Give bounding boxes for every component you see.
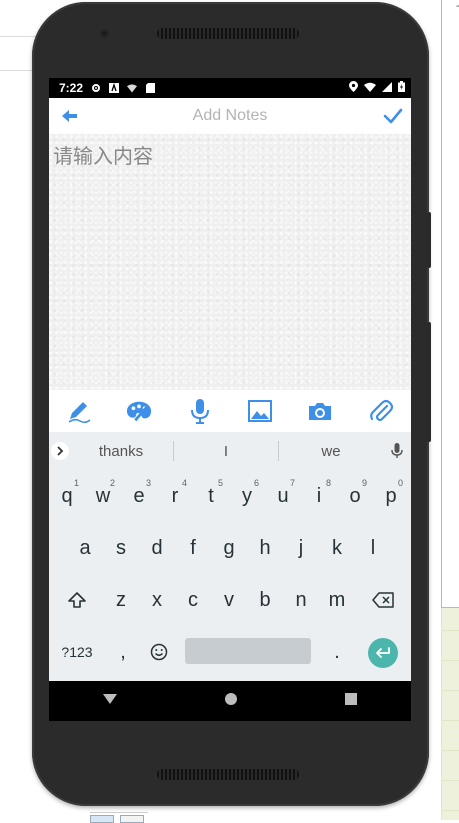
key[interactable]: f — [175, 522, 211, 574]
check-icon[interactable] — [383, 107, 403, 125]
camera-icon[interactable] — [307, 398, 333, 424]
shift-icon[interactable] — [59, 574, 95, 626]
sd-card-icon — [145, 83, 155, 93]
background-window: - — [441, 0, 459, 608]
editor-placeholder: 请输入内容 — [53, 146, 153, 168]
app-toolbar: Add Notes — [49, 98, 411, 134]
battery-icon — [398, 81, 405, 95]
volume-button — [427, 212, 431, 268]
key[interactable]: j — [283, 522, 319, 574]
page-title: Add Notes — [192, 107, 268, 124]
suggestion-word[interactable]: thanks — [69, 443, 173, 460]
palette-icon[interactable] — [126, 398, 152, 424]
key[interactable]: h — [247, 522, 283, 574]
key[interactable]: a — [67, 522, 103, 574]
mic-icon[interactable] — [187, 398, 213, 424]
space-bar[interactable] — [185, 638, 311, 664]
status-time: 7:22 — [59, 81, 84, 95]
key[interactable]: b — [247, 574, 283, 626]
keyboard-row-3: z x c v b n m — [49, 574, 411, 626]
keyboard-row-4: ?123 , . — [49, 626, 411, 678]
key[interactable]: m — [319, 574, 355, 626]
settings-gear-icon — [91, 83, 101, 93]
key[interactable]: i8 — [301, 470, 337, 522]
back-arrow-icon[interactable] — [61, 107, 79, 125]
key[interactable]: c — [175, 574, 211, 626]
bottom-speaker — [157, 769, 299, 780]
nav-recents-icon[interactable] — [345, 692, 357, 710]
key[interactable]: v — [211, 574, 247, 626]
key[interactable]: r4 — [157, 470, 193, 522]
key[interactable]: t5 — [193, 470, 229, 522]
suggestion-word[interactable]: I — [174, 443, 278, 460]
wifi-icon — [364, 81, 376, 95]
backspace-icon[interactable] — [365, 574, 401, 626]
key[interactable]: k — [319, 522, 355, 574]
front-camera — [100, 29, 109, 38]
editor-toolbar — [49, 390, 411, 432]
enter-key[interactable] — [368, 638, 398, 668]
suggestion-word[interactable]: we — [279, 443, 383, 460]
key[interactable]: u7 — [265, 470, 301, 522]
attachment-icon[interactable] — [368, 398, 394, 424]
period-key[interactable]: . — [319, 626, 355, 678]
chevron-right-icon[interactable] — [51, 442, 69, 460]
image-icon[interactable] — [247, 398, 273, 424]
key[interactable]: n — [283, 574, 319, 626]
keyboard-row-2: a s d f g h j k l — [49, 522, 411, 574]
key[interactable]: x — [139, 574, 175, 626]
nav-back-icon[interactable] — [103, 692, 117, 710]
keyboard-row-1: q1 w2 e3 r4 t5 y6 u7 i8 o9 p0 — [49, 470, 411, 522]
key[interactable]: s — [103, 522, 139, 574]
voice-input-mic-icon[interactable] — [383, 443, 411, 459]
emoji-icon[interactable] — [141, 626, 177, 678]
note-editor[interactable]: 请输入内容 — [49, 134, 411, 390]
navigation-bar — [49, 681, 411, 721]
key[interactable]: w2 — [85, 470, 121, 522]
power-button — [427, 322, 431, 442]
wifi-off-icon — [127, 83, 138, 93]
pen-icon[interactable] — [66, 398, 92, 424]
key[interactable]: l — [355, 522, 391, 574]
key[interactable]: o9 — [337, 470, 373, 522]
a-notification-icon — [109, 83, 120, 93]
signal-icon — [382, 81, 392, 95]
nav-home-icon[interactable] — [225, 692, 237, 710]
comma-key[interactable]: , — [105, 626, 141, 678]
key[interactable]: z — [103, 574, 139, 626]
status-bar: 7:22 — [49, 78, 411, 98]
suggestion-strip: thanks I we — [49, 432, 411, 470]
top-speaker — [157, 28, 299, 39]
key[interactable]: e3 — [121, 470, 157, 522]
key[interactable]: q1 — [49, 470, 85, 522]
key[interactable]: y6 — [229, 470, 265, 522]
key[interactable]: g — [211, 522, 247, 574]
location-icon — [349, 81, 358, 95]
soft-keyboard: thanks I we q1 w2 e3 r4 t5 y6 u7 i8 o9 p… — [49, 432, 411, 681]
phone-screen: 7:22 Add Notes 请输入内容 thanks I we q 1 w 2… — [49, 78, 411, 721]
symbols-key[interactable]: ?123 — [53, 626, 101, 678]
key[interactable]: d — [139, 522, 175, 574]
key[interactable]: p0 — [373, 470, 409, 522]
